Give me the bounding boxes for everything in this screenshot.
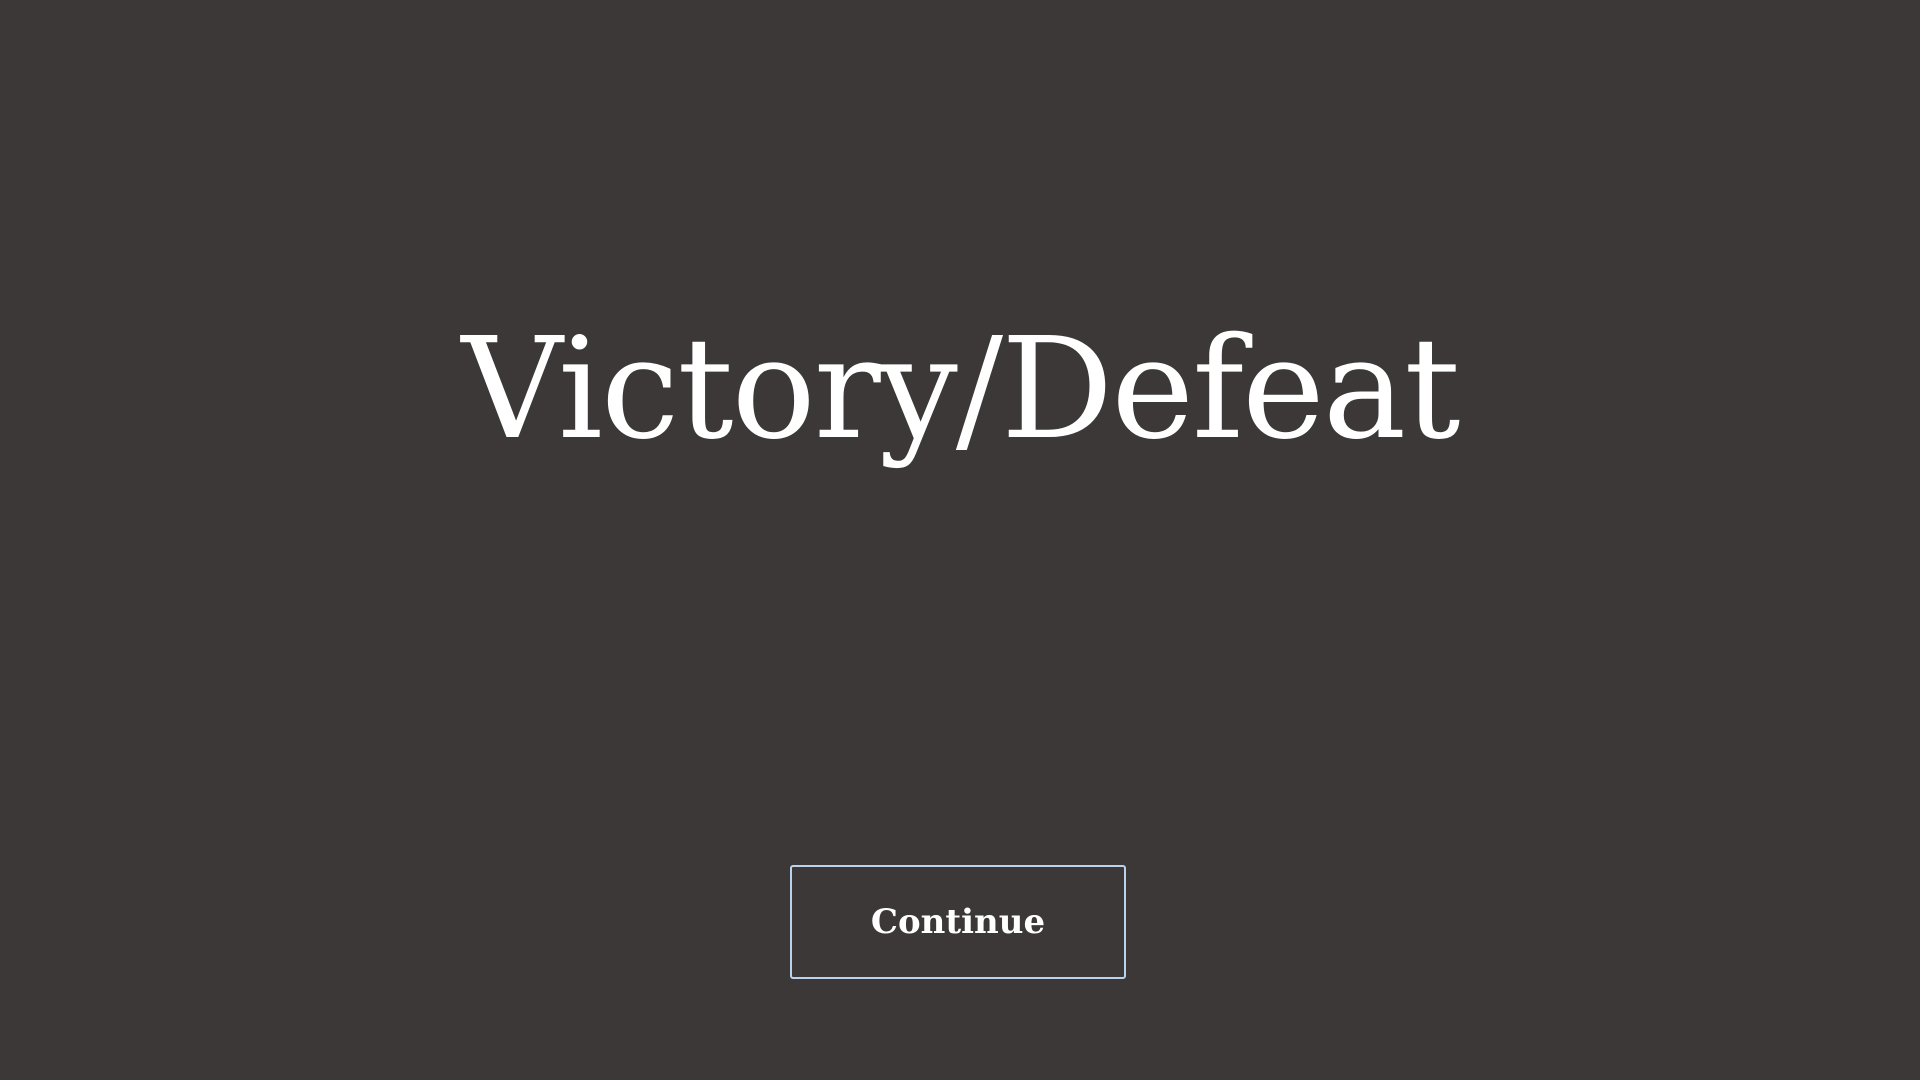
result-title: Victory/Defeat [461,308,1460,471]
continue-button[interactable]: Continue [790,865,1126,979]
